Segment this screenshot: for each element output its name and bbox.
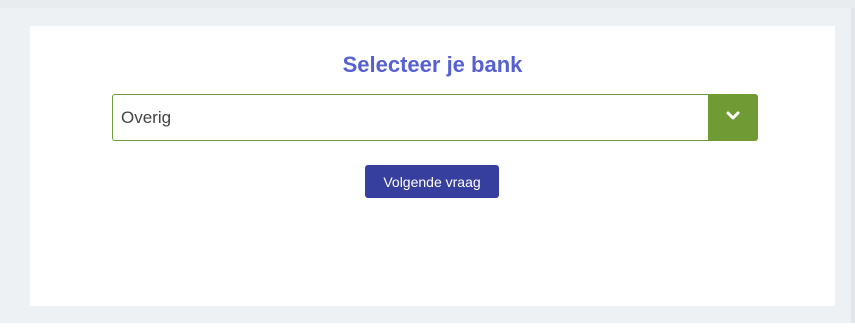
question-title: Selecteer je bank bbox=[342, 52, 523, 77]
chevron-down-icon bbox=[725, 109, 741, 127]
bank-select[interactable]: Overig bbox=[112, 94, 758, 141]
page-container: Selecteer je bank Overig Volgende vraag bbox=[0, 8, 855, 323]
bank-select-toggle[interactable] bbox=[708, 94, 758, 141]
bank-select-value[interactable]: Overig bbox=[112, 94, 708, 141]
next-question-button[interactable]: Volgende vraag bbox=[365, 165, 499, 198]
bottom-strip bbox=[0, 323, 855, 331]
question-card: Selecteer je bank Overig Volgende vraag bbox=[30, 26, 835, 306]
